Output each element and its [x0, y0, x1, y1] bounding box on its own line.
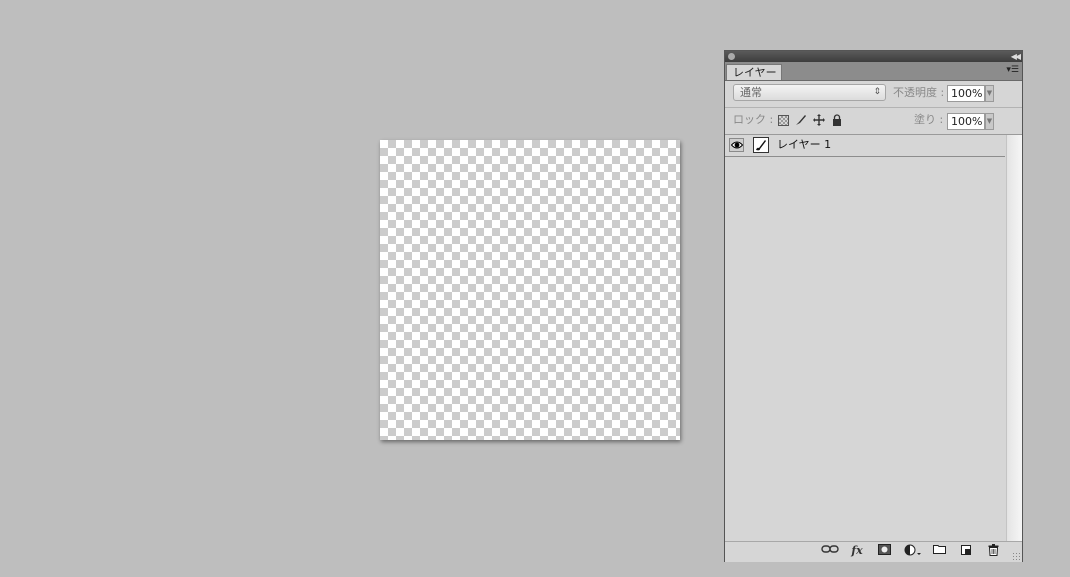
eye-icon	[731, 141, 743, 149]
tab-layers[interactable]: レイヤー	[726, 64, 782, 80]
add-mask-icon[interactable]	[877, 544, 891, 558]
close-panel-button[interactable]	[728, 53, 735, 60]
layer-row[interactable]: レイヤー 1	[725, 135, 1005, 157]
layer-thumbnail[interactable]	[753, 137, 769, 153]
blend-mode-value: 通常	[740, 86, 762, 99]
fill-input[interactable]: 100%	[947, 113, 985, 130]
lock-position-icon[interactable]	[813, 114, 825, 126]
panel-tabbar: レイヤー ▾☰	[725, 62, 1022, 81]
blend-mode-select[interactable]: 通常 ⇕	[733, 84, 886, 101]
layers-list: レイヤー 1	[725, 135, 1005, 541]
resize-grip-icon[interactable]	[1012, 552, 1021, 561]
layers-scrollbar[interactable]	[1006, 135, 1022, 541]
new-group-icon[interactable]	[932, 544, 946, 558]
adjustment-layer-icon[interactable]	[904, 544, 922, 558]
brush-icon	[756, 140, 766, 151]
delete-layer-icon[interactable]	[986, 544, 1000, 558]
layers-panel: ◀◀ レイヤー ▾☰ 通常 ⇕ 不透明度 : 100% ▼ ロック : 塗り :…	[724, 50, 1023, 562]
fill-dropdown-button[interactable]: ▼	[985, 113, 994, 130]
panel-titlebar[interactable]: ◀◀	[725, 51, 1022, 62]
lock-image-pixels-icon[interactable]	[795, 114, 807, 126]
document-canvas[interactable]	[380, 140, 680, 440]
link-layers-icon[interactable]	[821, 544, 839, 558]
lock-row: ロック : 塗り : 100% ▼	[725, 108, 1022, 135]
opacity-label: 不透明度 :	[893, 86, 945, 99]
layer-visibility-toggle[interactable]	[729, 138, 744, 152]
select-arrows-icon: ⇕	[873, 87, 881, 97]
fill-label: 塗り :	[914, 113, 944, 126]
collapse-panel-icon[interactable]: ◀◀	[1011, 51, 1021, 62]
layer-name[interactable]: レイヤー 1	[777, 138, 831, 152]
lock-all-icon[interactable]	[831, 114, 843, 126]
blend-row: 通常 ⇕ 不透明度 : 100% ▼	[725, 81, 1022, 108]
panel-footer: fx	[725, 541, 1022, 562]
new-layer-icon[interactable]	[959, 544, 973, 558]
lock-transparent-pixels-icon[interactable]	[778, 115, 789, 126]
opacity-input[interactable]: 100%	[947, 85, 985, 102]
lock-label: ロック :	[733, 113, 774, 126]
opacity-dropdown-button[interactable]: ▼	[985, 85, 994, 102]
panel-menu-icon[interactable]: ▾☰	[1006, 65, 1019, 76]
layer-style-fx-icon[interactable]: fx	[849, 544, 865, 558]
